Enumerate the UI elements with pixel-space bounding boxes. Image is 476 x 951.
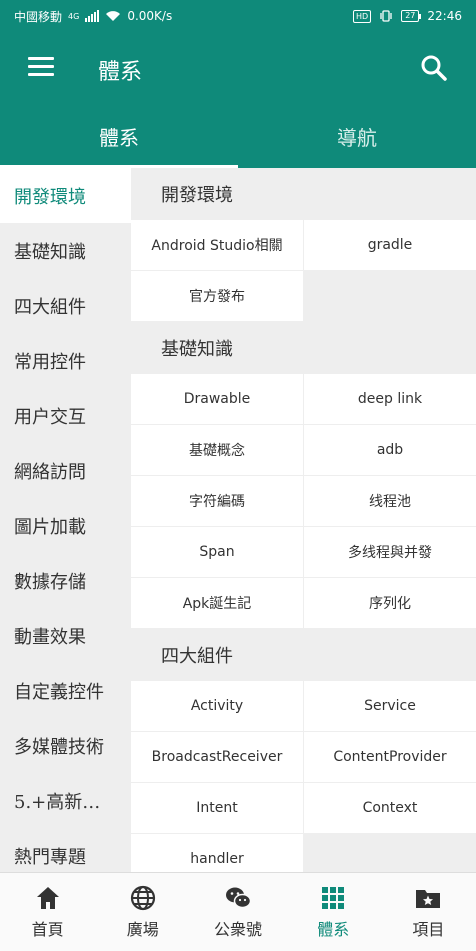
topic-chip[interactable]: Activity (131, 681, 303, 731)
topic-chip[interactable]: 线程池 (304, 476, 476, 526)
top-tabs: 體系 導航 (0, 104, 476, 168)
sidebar-item[interactable]: 開發環境 (0, 168, 131, 223)
topic-chip[interactable]: handler (131, 834, 303, 872)
battery-icon: 27 (401, 10, 422, 22)
topic-chip[interactable]: Drawable (131, 374, 303, 424)
status-bar: 中國移動 4G 0.00K/s HD 27 22:46 (0, 0, 476, 32)
sidebar-item[interactable]: 動畫效果 (0, 608, 131, 663)
section-header: 基礎知識 (161, 339, 233, 360)
sidebar-item[interactable]: 用户交互 (0, 388, 131, 443)
topic-chip[interactable]: deep link (304, 374, 476, 424)
section-header: 四大組件 (161, 646, 233, 667)
topic-chip[interactable]: 多线程與并發 (304, 527, 476, 577)
sidebar-item[interactable]: 數據存儲 (0, 553, 131, 608)
topic-grid: Activity Service BroadcastReceiver Conte… (131, 681, 476, 872)
sidebar-item[interactable]: 自定義控件 (0, 663, 131, 718)
nav-label: 廣場 (126, 920, 159, 939)
nav-label: 首頁 (31, 920, 64, 939)
topic-chip[interactable]: ContentProvider (304, 732, 476, 782)
topic-chip[interactable]: Service (304, 681, 476, 731)
nav-home[interactable]: 首頁 (0, 873, 95, 951)
hd-badge: HD (353, 9, 372, 23)
time-label: 22:46 (427, 9, 462, 23)
tab-system[interactable]: 體系 (0, 104, 238, 168)
speed-label: 0.00K/s (127, 9, 173, 23)
status-right: HD 27 22:46 (353, 9, 462, 23)
sidebar-item[interactable]: 網絡訪問 (0, 443, 131, 498)
page-title: 體系 (98, 60, 143, 85)
category-sidebar: 開發環境 基礎知識 四大組件 常用控件 用户交互 網絡訪問 圖片加載 數據存儲 … (0, 168, 131, 872)
wechat-icon (226, 887, 252, 909)
signal-icon (85, 10, 100, 22)
topic-chip[interactable]: 序列化 (304, 578, 476, 628)
nav-official-accounts[interactable]: 公衆號 (190, 873, 285, 951)
nav-label: 項目 (412, 920, 445, 939)
sidebar-item[interactable]: 熱門專題 (0, 828, 131, 872)
sidebar-item[interactable]: 常用控件 (0, 333, 131, 388)
topic-chip[interactable]: Android Studio相關 (131, 220, 303, 270)
wifi-icon (106, 11, 121, 21)
sidebar-item[interactable]: 5.+高新… (0, 773, 131, 828)
status-left: 中國移動 4G 0.00K/s (14, 8, 172, 25)
topic-content[interactable]: 開發環境 Android Studio相關 gradle 官方發布 基礎知識 D… (131, 168, 476, 872)
nav-square[interactable]: 廣場 (95, 873, 190, 951)
home-icon (36, 887, 59, 909)
section-header: 開發環境 (161, 185, 233, 206)
network-label: 4G (68, 11, 80, 21)
bottom-nav: 首頁 廣場 公衆號 體系 項目 (0, 872, 476, 951)
sidebar-item[interactable]: 基礎知識 (0, 223, 131, 278)
nav-system[interactable]: 體系 (286, 873, 381, 951)
sidebar-item[interactable]: 四大組件 (0, 278, 131, 333)
carrier-label: 中國移動 (14, 9, 63, 24)
topic-chip[interactable]: gradle (304, 220, 476, 270)
topic-chip[interactable]: Context (304, 783, 476, 833)
topic-grid: Drawable deep link 基礎概念 adb 字符編碼 线程池 Spa… (131, 374, 476, 629)
topic-chip[interactable]: Intent (131, 783, 303, 833)
nav-projects[interactable]: 項目 (381, 873, 476, 951)
topic-chip[interactable]: 官方發布 (131, 271, 303, 321)
nav-label: 公衆號 (214, 920, 263, 939)
topic-chip[interactable]: 基礎概念 (131, 425, 303, 475)
folder-star-icon (416, 890, 441, 908)
topic-chip[interactable]: BroadcastReceiver (131, 732, 303, 782)
grid-icon (322, 887, 345, 909)
topic-chip[interactable]: adb (304, 425, 476, 475)
vibrate-icon (380, 10, 392, 22)
tab-navigation[interactable]: 導航 (238, 104, 476, 168)
app-bar: 體系 (0, 32, 476, 104)
globe-icon (130, 885, 155, 911)
nav-label: 體系 (317, 920, 350, 939)
sidebar-item[interactable]: 多媒體技術 (0, 718, 131, 773)
topic-grid: Android Studio相關 gradle 官方發布 (131, 220, 476, 322)
topic-chip[interactable]: Span (131, 527, 303, 577)
search-icon[interactable] (420, 54, 448, 82)
topic-chip[interactable]: Apk誕生記 (131, 578, 303, 628)
menu-icon[interactable] (28, 57, 54, 77)
sidebar-item[interactable]: 圖片加載 (0, 498, 131, 553)
topic-chip[interactable]: 字符編碼 (131, 476, 303, 526)
